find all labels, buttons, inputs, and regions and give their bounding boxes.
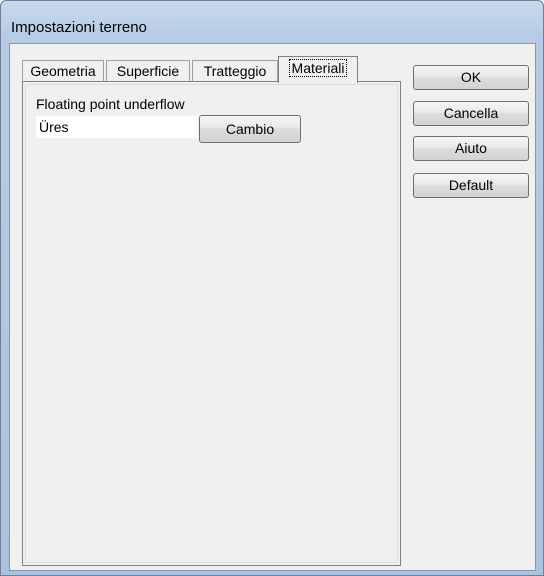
window-title: Impostazioni terreno [11,19,147,36]
dialog-client-area: Geometria Superficie Tratteggio Material… [9,43,536,571]
materials-tab-panel: Floating point underflow Üres Cambio [22,81,401,566]
cancel-button[interactable]: Cancella [413,101,529,126]
tab-materiali[interactable]: Materiali [278,56,358,83]
tab-superficie[interactable]: Superficie [106,60,190,81]
ok-button[interactable]: OK [413,65,529,90]
tab-label: Geometria [30,63,96,79]
panel-inner-frame [25,84,398,563]
tab-label: Tratteggio [203,63,267,79]
tab-geometria[interactable]: Geometria [22,60,104,81]
dialog-window: Impostazioni terreno Geometria Superfici… [0,0,544,576]
floating-point-label: Floating point underflow [36,96,185,112]
material-value-field[interactable]: Üres [36,116,198,138]
tab-label: Superficie [116,63,180,79]
default-button[interactable]: Default [413,173,529,198]
title-bar[interactable]: Impostazioni terreno [7,15,537,37]
tab-tratteggio[interactable]: Tratteggio [192,60,278,81]
cambio-button[interactable]: Cambio [199,115,301,143]
tab-label: Materiali [288,59,348,77]
help-button[interactable]: Aiuto [413,136,529,161]
